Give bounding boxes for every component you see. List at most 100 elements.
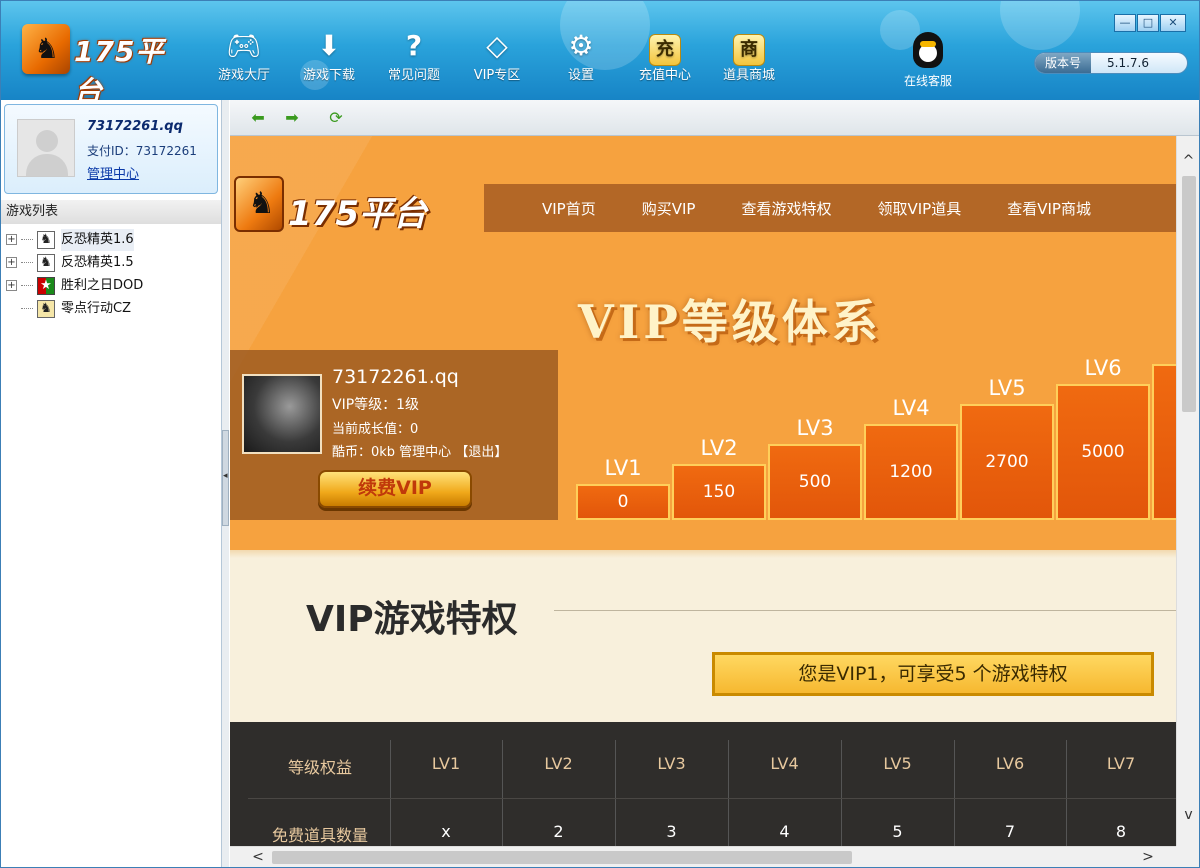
- nav-label: 设置: [567, 68, 594, 83]
- profile-card: 73172261.qq 支付ID：73172261 管理中心: [4, 104, 218, 194]
- scroll-down-button[interactable]: v: [1177, 804, 1200, 826]
- nav-item-shop[interactable]: 商 道具商城: [714, 28, 784, 92]
- tree-connector: [21, 262, 33, 263]
- splitter-grip[interactable]: [222, 430, 229, 526]
- vip-menu-home[interactable]: VIP首页: [542, 198, 596, 219]
- nav-label: 常见问题: [387, 68, 440, 83]
- vip-page-logo[interactable]: ♞ 175平台: [234, 172, 444, 242]
- forward-button[interactable]: ➡: [282, 108, 302, 128]
- scroll-up-button[interactable]: ^: [1177, 150, 1200, 172]
- avatar-head-shape: [36, 130, 58, 152]
- table-header-cell: LV7: [1106, 754, 1136, 773]
- scroll-right-button[interactable]: >: [1138, 847, 1158, 867]
- nav-recharge[interactable]: 充 充值中心: [630, 28, 700, 92]
- online-support-label: 在线客服: [903, 74, 952, 88]
- nav-game-download[interactable]: ⬇ 游戏下载: [294, 28, 364, 92]
- back-button[interactable]: ➡: [248, 108, 268, 128]
- horizontal-scrollbar[interactable]: < >: [230, 846, 1176, 868]
- vip-menu-items[interactable]: 领取VIP道具: [877, 198, 961, 219]
- nav-label: 充值中心: [638, 68, 691, 83]
- table-header-cell: LV1: [431, 754, 461, 773]
- decor-bubble: [1000, 0, 1080, 50]
- tree-item-label: 零点行动CZ: [61, 300, 131, 316]
- privilege-banner: 您是VIP1，可享受5 个游戏特权: [712, 652, 1154, 696]
- tree-item-cs15[interactable]: + ♞ 反恐精英1.5: [6, 251, 143, 274]
- scroll-left-button[interactable]: <: [248, 847, 268, 867]
- table-header-cell: LV6: [995, 754, 1025, 773]
- user-avatar: [242, 374, 322, 454]
- level-label: LV3: [796, 416, 834, 440]
- version-badge: 版本号 5.1.7.6: [1034, 52, 1188, 74]
- vip-hero: ♞ 175平台 VIP首页 购买VIP 查看游戏特权 领取VIP道具 查看VIP…: [230, 136, 1176, 550]
- shop-badge: 商: [733, 34, 765, 66]
- table-header-cell: LV4: [770, 754, 799, 773]
- level-value: 500: [798, 472, 832, 492]
- expand-icon[interactable]: +: [6, 280, 17, 291]
- tree-item-cs16[interactable]: + ♞ 反恐精英1.6: [6, 228, 143, 251]
- level-bar-partial: [1152, 364, 1176, 520]
- table-cell: 2: [553, 822, 564, 841]
- vip-level: VIP等级：1级: [332, 397, 420, 413]
- title-bar: ♞ 175平台 🎮︎ 游戏大厅 ⬇ 游戏下载 ? 常见问题 ◇ VIP专区 ⚙ …: [0, 0, 1200, 100]
- scroll-thumb[interactable]: [1182, 176, 1196, 412]
- level-label: LV6: [1084, 356, 1122, 380]
- expand-icon[interactable]: +: [6, 234, 17, 245]
- tree-connector: [21, 239, 33, 240]
- table-cell: 4: [779, 822, 790, 841]
- vertical-scrollbar[interactable]: ^ v: [1176, 136, 1200, 846]
- game-tree: + ♞ 反恐精英1.6 + ♞ 反恐精英1.5 + ★ 胜利之日DOD ♞ 零点…: [6, 228, 143, 320]
- nav-vip-zone[interactable]: ◇ VIP专区: [462, 28, 532, 92]
- vip-growth: 当前成长值：0: [332, 422, 419, 437]
- vip-menu: VIP首页 购买VIP 查看游戏特权 领取VIP道具 查看VIP商城: [484, 184, 1176, 232]
- scrollbar-corner: [1176, 846, 1200, 868]
- profile-pay-id: 支付ID：73172261: [87, 144, 197, 158]
- download-icon: ⬇: [317, 29, 341, 62]
- nav-label: 游戏大厅: [217, 68, 270, 83]
- scroll-thumb[interactable]: [272, 851, 852, 864]
- manage-center-link[interactable]: 管理中心: [87, 163, 139, 182]
- table-header-cell: 等级权益: [287, 758, 352, 777]
- table-header-cell: LV5: [883, 754, 912, 773]
- minimize-button[interactable]: —: [1114, 14, 1136, 32]
- tree-item-dod[interactable]: + ★ 胜利之日DOD: [6, 274, 143, 297]
- gamepad-icon: 🎮︎: [226, 29, 262, 62]
- level-label: LV5: [988, 376, 1026, 400]
- tree-item-label: 反恐精英1.6: [61, 228, 134, 251]
- expand-icon[interactable]: +: [6, 257, 17, 268]
- nav-settings[interactable]: ⚙ 设置: [546, 28, 616, 92]
- vip-coins[interactable]: 酷币：0kb 管理中心 【退出】: [332, 441, 507, 460]
- level-label: LV4: [892, 396, 930, 420]
- avatar-body-shape: [26, 154, 68, 176]
- logo-box-icon: ♞: [22, 24, 70, 74]
- privilege-title: VIP游戏特权: [306, 599, 518, 640]
- level-bar-lv6: 5000: [1056, 384, 1150, 520]
- table-cell: 5: [892, 822, 903, 841]
- recharge-badge: 充: [649, 34, 681, 66]
- version-key: 版本号: [1035, 53, 1091, 73]
- level-value: 0: [617, 492, 629, 512]
- nav-game-hall[interactable]: 🎮︎ 游戏大厅: [209, 28, 279, 92]
- cs-icon: ♞: [37, 230, 55, 249]
- avatar[interactable]: [17, 119, 75, 177]
- hero-title: VIP等级体系: [578, 295, 882, 349]
- divider: [554, 610, 1176, 611]
- logo-text: 175平台: [74, 35, 165, 100]
- vip-logo-text: 175平台: [288, 194, 427, 234]
- tree-item-cz[interactable]: ♞ 零点行动CZ: [6, 297, 143, 320]
- nav-label: VIP专区: [473, 68, 521, 83]
- vip-menu-buy[interactable]: 购买VIP: [642, 198, 696, 219]
- table-header-cell: LV2: [544, 754, 573, 773]
- vip-menu-shop[interactable]: 查看VIP商城: [1007, 198, 1091, 219]
- vip-menu-privileges[interactable]: 查看游戏特权: [741, 198, 831, 219]
- left-panel: 73172261.qq 支付ID：73172261 管理中心 游戏列表 + ♞ …: [0, 100, 222, 868]
- maximize-button[interactable]: □: [1137, 14, 1159, 32]
- refresh-button[interactable]: ⟳: [326, 108, 346, 128]
- panel-splitter[interactable]: [221, 100, 229, 868]
- renew-vip-button[interactable]: 续费VIP: [318, 470, 472, 508]
- dod-icon: ★: [37, 276, 55, 295]
- close-button[interactable]: ✕: [1160, 14, 1186, 32]
- profile-name: 73172261.qq: [87, 119, 183, 134]
- online-support-button[interactable]: 在线客服: [898, 32, 958, 89]
- nav-faq[interactable]: ? 常见问题: [379, 28, 449, 92]
- table-cell: 免费道具数量: [271, 826, 368, 845]
